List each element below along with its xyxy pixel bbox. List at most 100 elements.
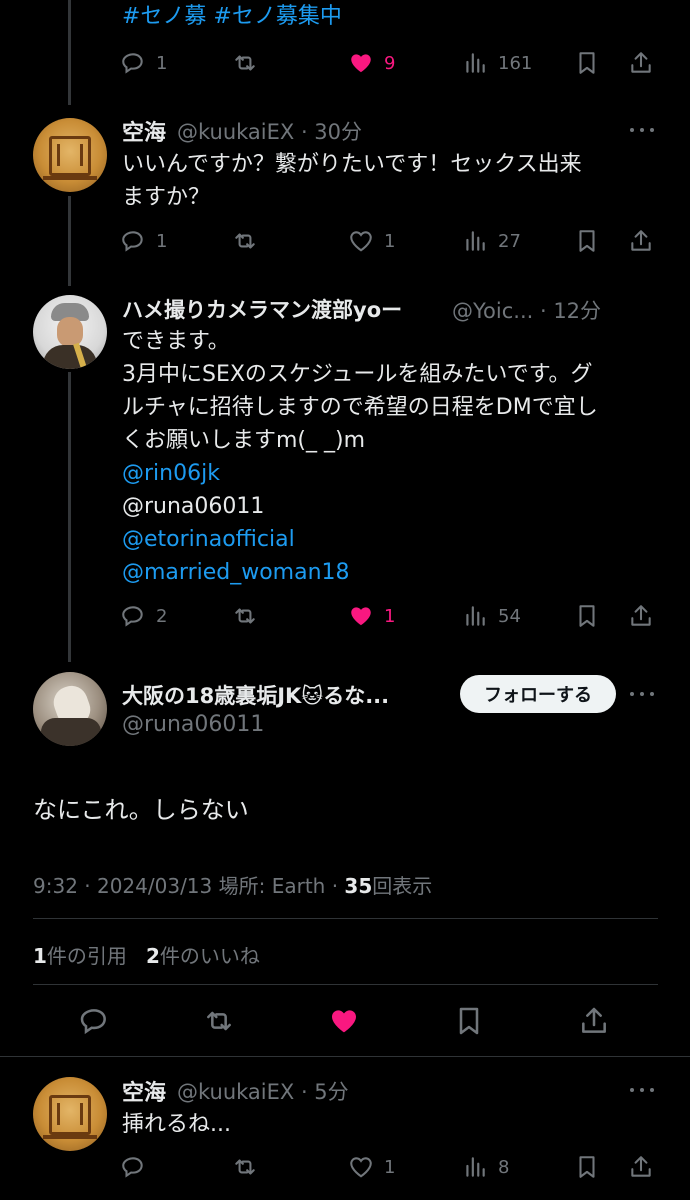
like-button[interactable]: 1: [348, 599, 395, 633]
author-handle-time[interactable]: @Yoic... · 12分: [452, 295, 601, 325]
author-handle[interactable]: @runa06011: [122, 712, 264, 737]
retweet-button[interactable]: [203, 1005, 237, 1039]
like-button[interactable]: 9: [348, 46, 395, 80]
views-button[interactable]: 161: [462, 46, 532, 80]
bookmark-button[interactable]: [574, 224, 600, 258]
share-button[interactable]: [628, 224, 654, 258]
heart-icon: [350, 231, 372, 252]
views-icon: [466, 231, 485, 251]
heart-icon: [350, 1157, 372, 1178]
views-icon: [466, 53, 485, 73]
author-name[interactable]: 大阪の18歳裏垢JK🐱るな...: [122, 680, 389, 710]
like-count: 9: [384, 52, 396, 74]
tweet-text-line: くお願いしますm(_ _)m: [122, 428, 366, 453]
avatar[interactable]: [33, 1077, 107, 1151]
avatar[interactable]: [33, 118, 107, 192]
bookmark-icon: [579, 230, 595, 252]
likes-count: 2: [146, 944, 160, 968]
author-handle-time[interactable]: @kuukaiEX · 30分: [177, 116, 362, 146]
thread-line: [68, 372, 71, 662]
author-name[interactable]: 空海: [122, 1075, 166, 1107]
tweet-timestamp[interactable]: 9:32 · 2024/03/13 場所: Earth ·: [33, 874, 344, 898]
reply-count: 1: [156, 52, 168, 74]
like-count: 1: [384, 230, 396, 252]
share-button[interactable]: [628, 1150, 654, 1184]
views-button[interactable]: 27: [462, 224, 521, 258]
tweet-text-line: ルチャに招待しますので希望の日程をDMで宜し: [122, 395, 598, 420]
reply-button[interactable]: 2: [120, 599, 167, 633]
reply-button[interactable]: 1: [120, 224, 167, 258]
views-button[interactable]: 8: [462, 1150, 509, 1184]
author-handle-time[interactable]: @kuukaiEX · 5分: [177, 1076, 349, 1106]
heart-filled-icon: [351, 54, 371, 73]
share-icon: [631, 230, 651, 251]
views-button[interactable]: 54: [462, 599, 521, 633]
tweet-actions: 2 1 54: [120, 599, 660, 633]
like-button[interactable]: 1: [348, 1150, 395, 1184]
tweet-timestamp-row: 9:32 · 2024/03/13 場所: Earth · 35回表示: [33, 870, 432, 899]
heart-filled-icon: [332, 1010, 356, 1033]
bookmark-button[interactable]: [574, 1150, 600, 1184]
mention-plain: @runa06011: [122, 494, 265, 519]
likes-label: 件のいいね: [159, 944, 260, 968]
reply-count: 1: [156, 230, 168, 252]
follow-button[interactable]: フォローする: [460, 675, 616, 713]
retweet-icon: [235, 55, 255, 71]
share-icon: [631, 605, 651, 626]
share-button[interactable]: [628, 46, 654, 80]
tweet-hashtags[interactable]: #セノ募 #セノ募集中: [122, 0, 342, 30]
share-button[interactable]: [628, 599, 654, 633]
tweet-actions: 1 8: [120, 1150, 660, 1184]
views-count: 35: [344, 874, 373, 898]
reply-button[interactable]: [78, 1005, 112, 1039]
avatar[interactable]: [33, 672, 107, 746]
reply-count: 2: [156, 605, 168, 627]
like-button[interactable]: 1: [348, 224, 395, 258]
engagement-stats: 1件の引用 2件のいいね: [33, 940, 260, 969]
more-options-icon[interactable]: [630, 1087, 654, 1093]
thread-line: [68, 0, 71, 105]
retweet-button[interactable]: [232, 46, 258, 80]
quotes-stat[interactable]: 1件の引用: [33, 944, 127, 968]
retweet-icon: [207, 1011, 231, 1031]
bookmark-button[interactable]: [453, 1005, 487, 1039]
mention-link[interactable]: @married_woman18: [122, 556, 350, 589]
retweet-icon: [235, 233, 255, 249]
share-button[interactable]: [578, 1005, 612, 1039]
bookmark-button[interactable]: [574, 46, 600, 80]
retweet-button[interactable]: [232, 224, 258, 258]
share-icon: [631, 52, 651, 73]
author-name[interactable]: ハメ撮りカメラマン渡部yoー: [122, 294, 402, 324]
divider: [33, 984, 658, 985]
views-count: 27: [498, 230, 521, 252]
thread-line: [68, 196, 71, 286]
tweet-text: 挿れるね...: [122, 1112, 231, 1137]
bookmark-icon: [579, 1156, 595, 1178]
likes-stat[interactable]: 2件のいいね: [146, 944, 260, 968]
author-name[interactable]: 空海: [122, 115, 166, 147]
reply-button[interactable]: [120, 1150, 146, 1184]
mention-link[interactable]: @etorinaofficial: [122, 523, 295, 556]
quotes-label: 件の引用: [46, 944, 127, 968]
quotes-count: 1: [33, 944, 47, 968]
reply-icon: [80, 1009, 106, 1035]
reply-button[interactable]: 1: [120, 46, 167, 80]
divider: [33, 918, 658, 919]
reply-icon: [122, 231, 143, 252]
retweet-button[interactable]: [232, 599, 258, 633]
tweet-text-line: 3月中にSEXのスケジュールを組みたいです。グ: [122, 362, 593, 387]
more-options-icon[interactable]: [630, 691, 654, 697]
tweet-actions: 1 9 161: [120, 46, 660, 80]
share-icon: [631, 1156, 651, 1177]
views-icon: [466, 1157, 485, 1177]
bookmark-button[interactable]: [574, 599, 600, 633]
avatar[interactable]: [33, 295, 107, 369]
more-options-icon[interactable]: [630, 127, 654, 133]
like-button[interactable]: [328, 1005, 362, 1039]
retweet-button[interactable]: [232, 1150, 258, 1184]
mention-link[interactable]: @rin06jk: [122, 457, 220, 490]
like-count: 1: [384, 605, 396, 627]
views-count: 161: [498, 52, 533, 74]
bookmark-icon: [579, 52, 595, 74]
like-count: 1: [384, 1156, 396, 1178]
